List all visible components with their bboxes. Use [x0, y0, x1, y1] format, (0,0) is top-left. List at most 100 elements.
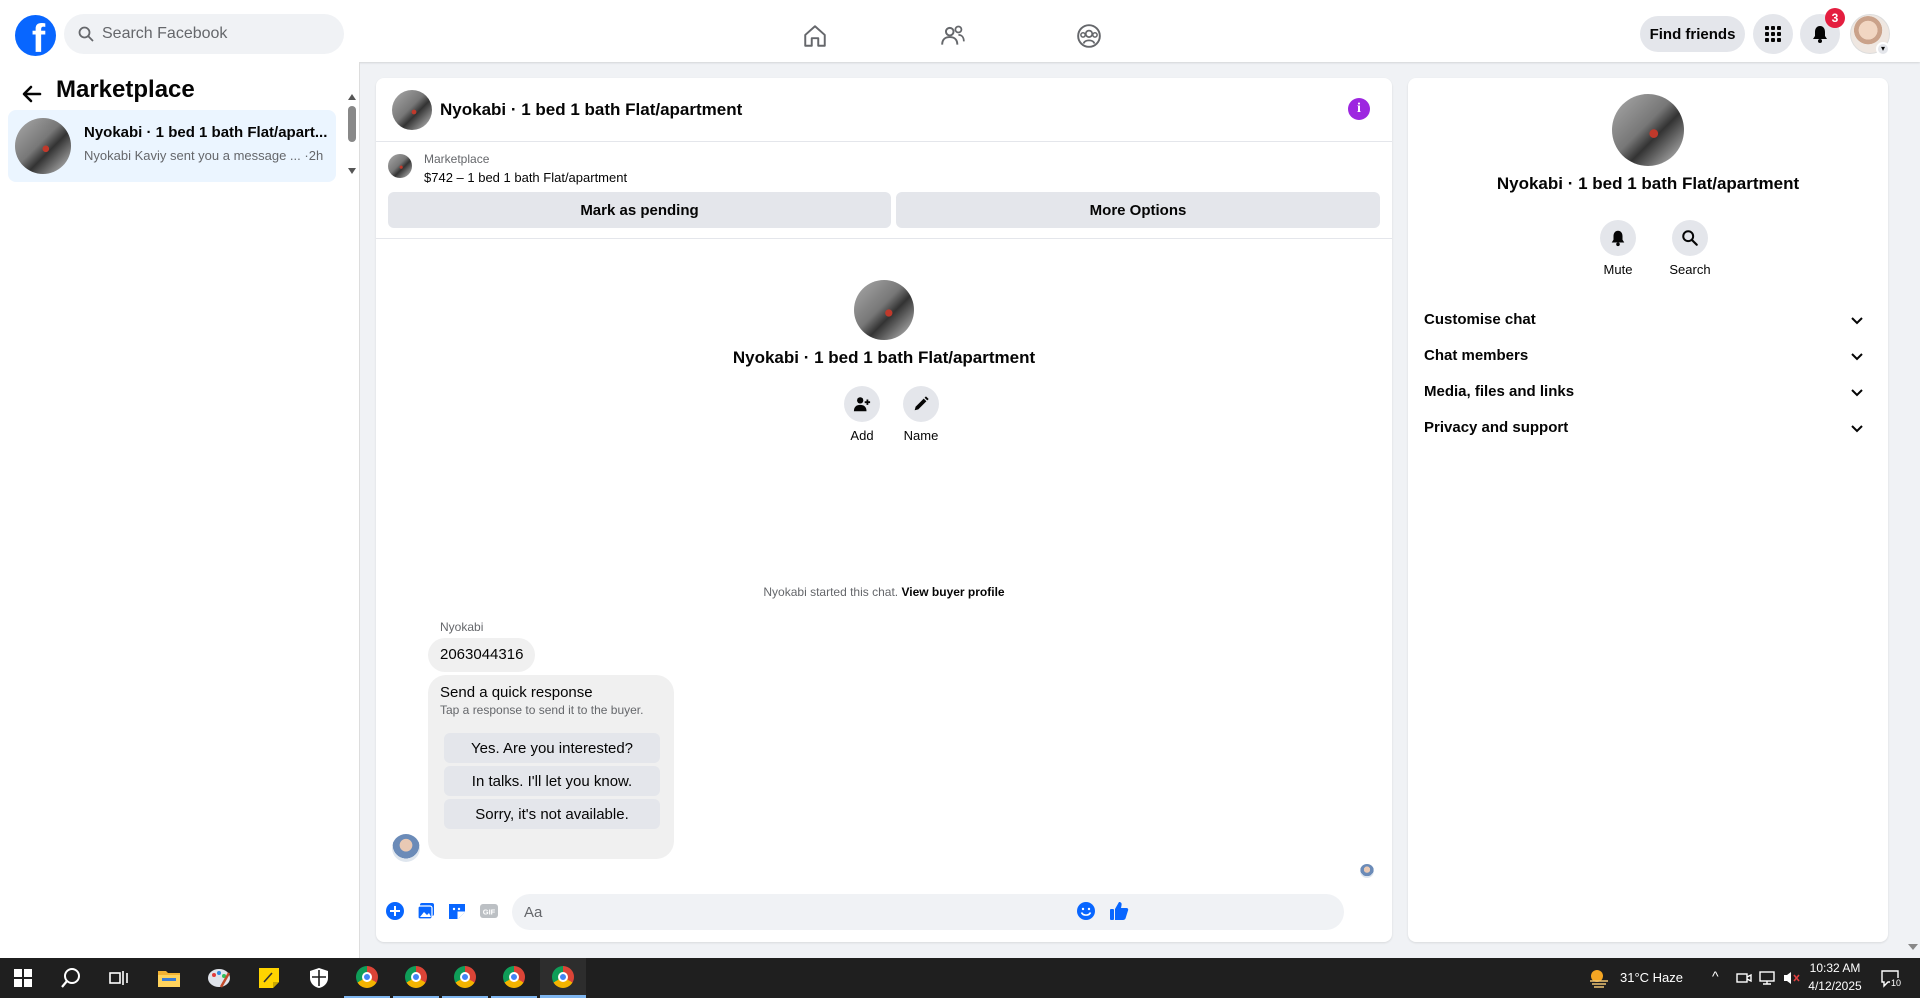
conversation-avatar	[15, 118, 71, 174]
scroll-down-arrow-icon[interactable]	[348, 168, 356, 174]
listing-thumbnail[interactable]	[388, 154, 412, 178]
windows-start-icon[interactable]	[0, 958, 46, 998]
search-conversation-button[interactable]: Search	[1660, 220, 1720, 277]
chat-started-notice: Nyokabi started this chat. View buyer pr…	[763, 585, 1005, 599]
sticker-icon[interactable]	[446, 900, 468, 922]
top-navigation-bar: f Find friends 3 ▾	[0, 0, 1920, 62]
listing-price-title[interactable]: $742 – 1 bed 1 bath Flat/apartment	[424, 170, 627, 185]
quick-response-option[interactable]: In talks. I'll let you know.	[444, 766, 660, 796]
notification-count-badge: 3	[1825, 8, 1845, 28]
sticky-notes-icon[interactable]	[246, 958, 292, 998]
chevron-down-icon	[1851, 425, 1863, 433]
chrome-active-window-icon[interactable]	[540, 958, 586, 998]
taskbar-search-icon[interactable]	[48, 958, 94, 998]
chevron-down-icon	[1851, 317, 1863, 325]
show-hidden-icons-chevron-icon[interactable]: ^	[1712, 968, 1719, 984]
page-title: Marketplace	[56, 76, 195, 103]
clock-time[interactable]: 10:32 AM	[1808, 961, 1862, 975]
chevron-down-icon	[1851, 353, 1863, 361]
quick-response-option[interactable]: Yes. Are you interested?	[444, 733, 660, 763]
chrome-profile-4-icon[interactable]	[491, 958, 537, 998]
divider	[376, 238, 1392, 239]
sender-name: Nyokabi	[440, 620, 484, 634]
mark-as-pending-button[interactable]: Mark as pending	[388, 192, 891, 228]
search-input[interactable]	[102, 25, 322, 43]
clock-date[interactable]: 4/12/2025	[1808, 979, 1862, 993]
quick-response-title: Send a quick response	[440, 684, 593, 701]
search-label: Search	[1669, 262, 1711, 277]
sender-avatar[interactable]	[392, 834, 420, 862]
chat-intro-name: Nyokabi · 1 bed 1 bath Flat/apartment	[732, 348, 1036, 367]
chat-header-avatar[interactable]	[392, 90, 432, 130]
volume-muted-icon[interactable]	[1782, 970, 1800, 991]
chrome-profile-2-icon[interactable]	[393, 958, 439, 998]
chevron-down-icon	[1851, 389, 1863, 397]
quick-response-subtitle: Tap a response to send it to the buyer.	[440, 703, 644, 717]
weather-text[interactable]: 31°C Haze	[1620, 970, 1683, 985]
chat-details-panel: Nyokabi · 1 bed 1 bath Flat/apartment Mu…	[1408, 78, 1888, 942]
message-input[interactable]	[512, 894, 1344, 930]
details-name: Nyokabi · 1 bed 1 bath Flat/apartment	[1496, 174, 1800, 193]
network-icon[interactable]	[1758, 970, 1776, 991]
info-icon[interactable]: i	[1348, 98, 1370, 120]
seen-receipt-avatar	[1360, 864, 1374, 878]
name-label: Name	[903, 428, 939, 443]
action-center-count: 10	[1890, 978, 1903, 988]
conversation-preview: Nyokabi Kaviy sent you a message ... ·2h	[84, 148, 324, 163]
chat-header-title[interactable]: Nyokabi · 1 bed 1 bath Flat/apartment	[440, 100, 742, 120]
customise-chat-section[interactable]: Customise chat	[1416, 302, 1880, 338]
back-arrow-icon[interactable]	[20, 82, 44, 106]
details-avatar[interactable]	[1612, 94, 1684, 166]
conversation-name: Nyokabi · 1 bed 1 bath Flat/apart...	[84, 124, 328, 141]
bell-icon	[1611, 230, 1625, 247]
listing-source-label: Marketplace	[424, 152, 490, 166]
paint-app-icon[interactable]	[196, 958, 242, 998]
chat-intro-avatar	[854, 280, 914, 340]
scrollbar-thumb[interactable]	[348, 106, 356, 142]
svg-text:GIF: GIF	[483, 908, 496, 917]
facebook-logo[interactable]: f	[15, 15, 56, 56]
chat-members-section[interactable]: Chat members	[1416, 338, 1880, 374]
add-people-button[interactable]: Add	[832, 386, 892, 443]
plus-circle-icon[interactable]	[384, 900, 406, 922]
emoji-icon[interactable]	[1075, 900, 1097, 922]
pencil-icon	[914, 396, 929, 411]
add-label: Add	[850, 428, 874, 443]
view-buyer-profile-link[interactable]: View buyer profile	[901, 585, 1004, 599]
add-person-icon	[853, 397, 871, 412]
friends-icon[interactable]	[937, 20, 969, 52]
photo-gallery-icon[interactable]	[415, 900, 437, 922]
find-friends-button[interactable]: Find friends	[1640, 16, 1745, 52]
gif-icon[interactable]: GIF	[478, 900, 500, 922]
page-scroll-down-arrow-icon[interactable]	[1908, 944, 1918, 950]
chat-panel: Nyokabi · 1 bed 1 bath Flat/apartment i …	[376, 78, 1392, 942]
menu-grid-icon[interactable]	[1753, 14, 1793, 54]
more-options-button[interactable]: More Options	[896, 192, 1380, 228]
mute-label: Mute	[1603, 262, 1633, 277]
quick-response-card: Send a quick response Tap a response to …	[428, 675, 674, 859]
chrome-profile-3-icon[interactable]	[442, 958, 488, 998]
chrome-profile-1-icon[interactable]	[344, 958, 390, 998]
mute-button[interactable]: Mute	[1588, 220, 1648, 277]
home-icon[interactable]	[799, 20, 831, 52]
privacy-support-section[interactable]: Privacy and support	[1416, 410, 1880, 446]
message-bubble[interactable]: 2063044316	[428, 638, 536, 672]
conversation-item[interactable]: Nyokabi · 1 bed 1 bath Flat/apart... Nyo…	[8, 110, 336, 182]
file-explorer-icon[interactable]	[146, 958, 192, 998]
media-files-links-section[interactable]: Media, files and links	[1416, 374, 1880, 410]
thumbs-up-icon[interactable]	[1108, 900, 1130, 922]
weather-haze-icon[interactable]	[1588, 968, 1610, 988]
task-view-icon[interactable]	[96, 958, 142, 998]
account-chevron-icon[interactable]: ▾	[1876, 42, 1890, 56]
windows-security-icon[interactable]	[296, 958, 342, 998]
meet-now-icon[interactable]	[1736, 970, 1752, 991]
search-icon	[78, 26, 94, 42]
scroll-up-arrow-icon[interactable]	[348, 94, 356, 100]
windows-taskbar: 31°C Haze ^ 10:32 AM 4/12/2025 10	[0, 958, 1920, 998]
chat-header: Nyokabi · 1 bed 1 bath Flat/apartment i	[376, 78, 1392, 142]
groups-icon[interactable]	[1073, 20, 1105, 52]
name-chat-button[interactable]: Name	[891, 386, 951, 443]
search-box[interactable]	[64, 14, 344, 54]
conversation-list-panel: Marketplace Nyokabi · 1 bed 1 bath Flat/…	[0, 62, 360, 958]
quick-response-option[interactable]: Sorry, it's not available.	[444, 799, 660, 829]
